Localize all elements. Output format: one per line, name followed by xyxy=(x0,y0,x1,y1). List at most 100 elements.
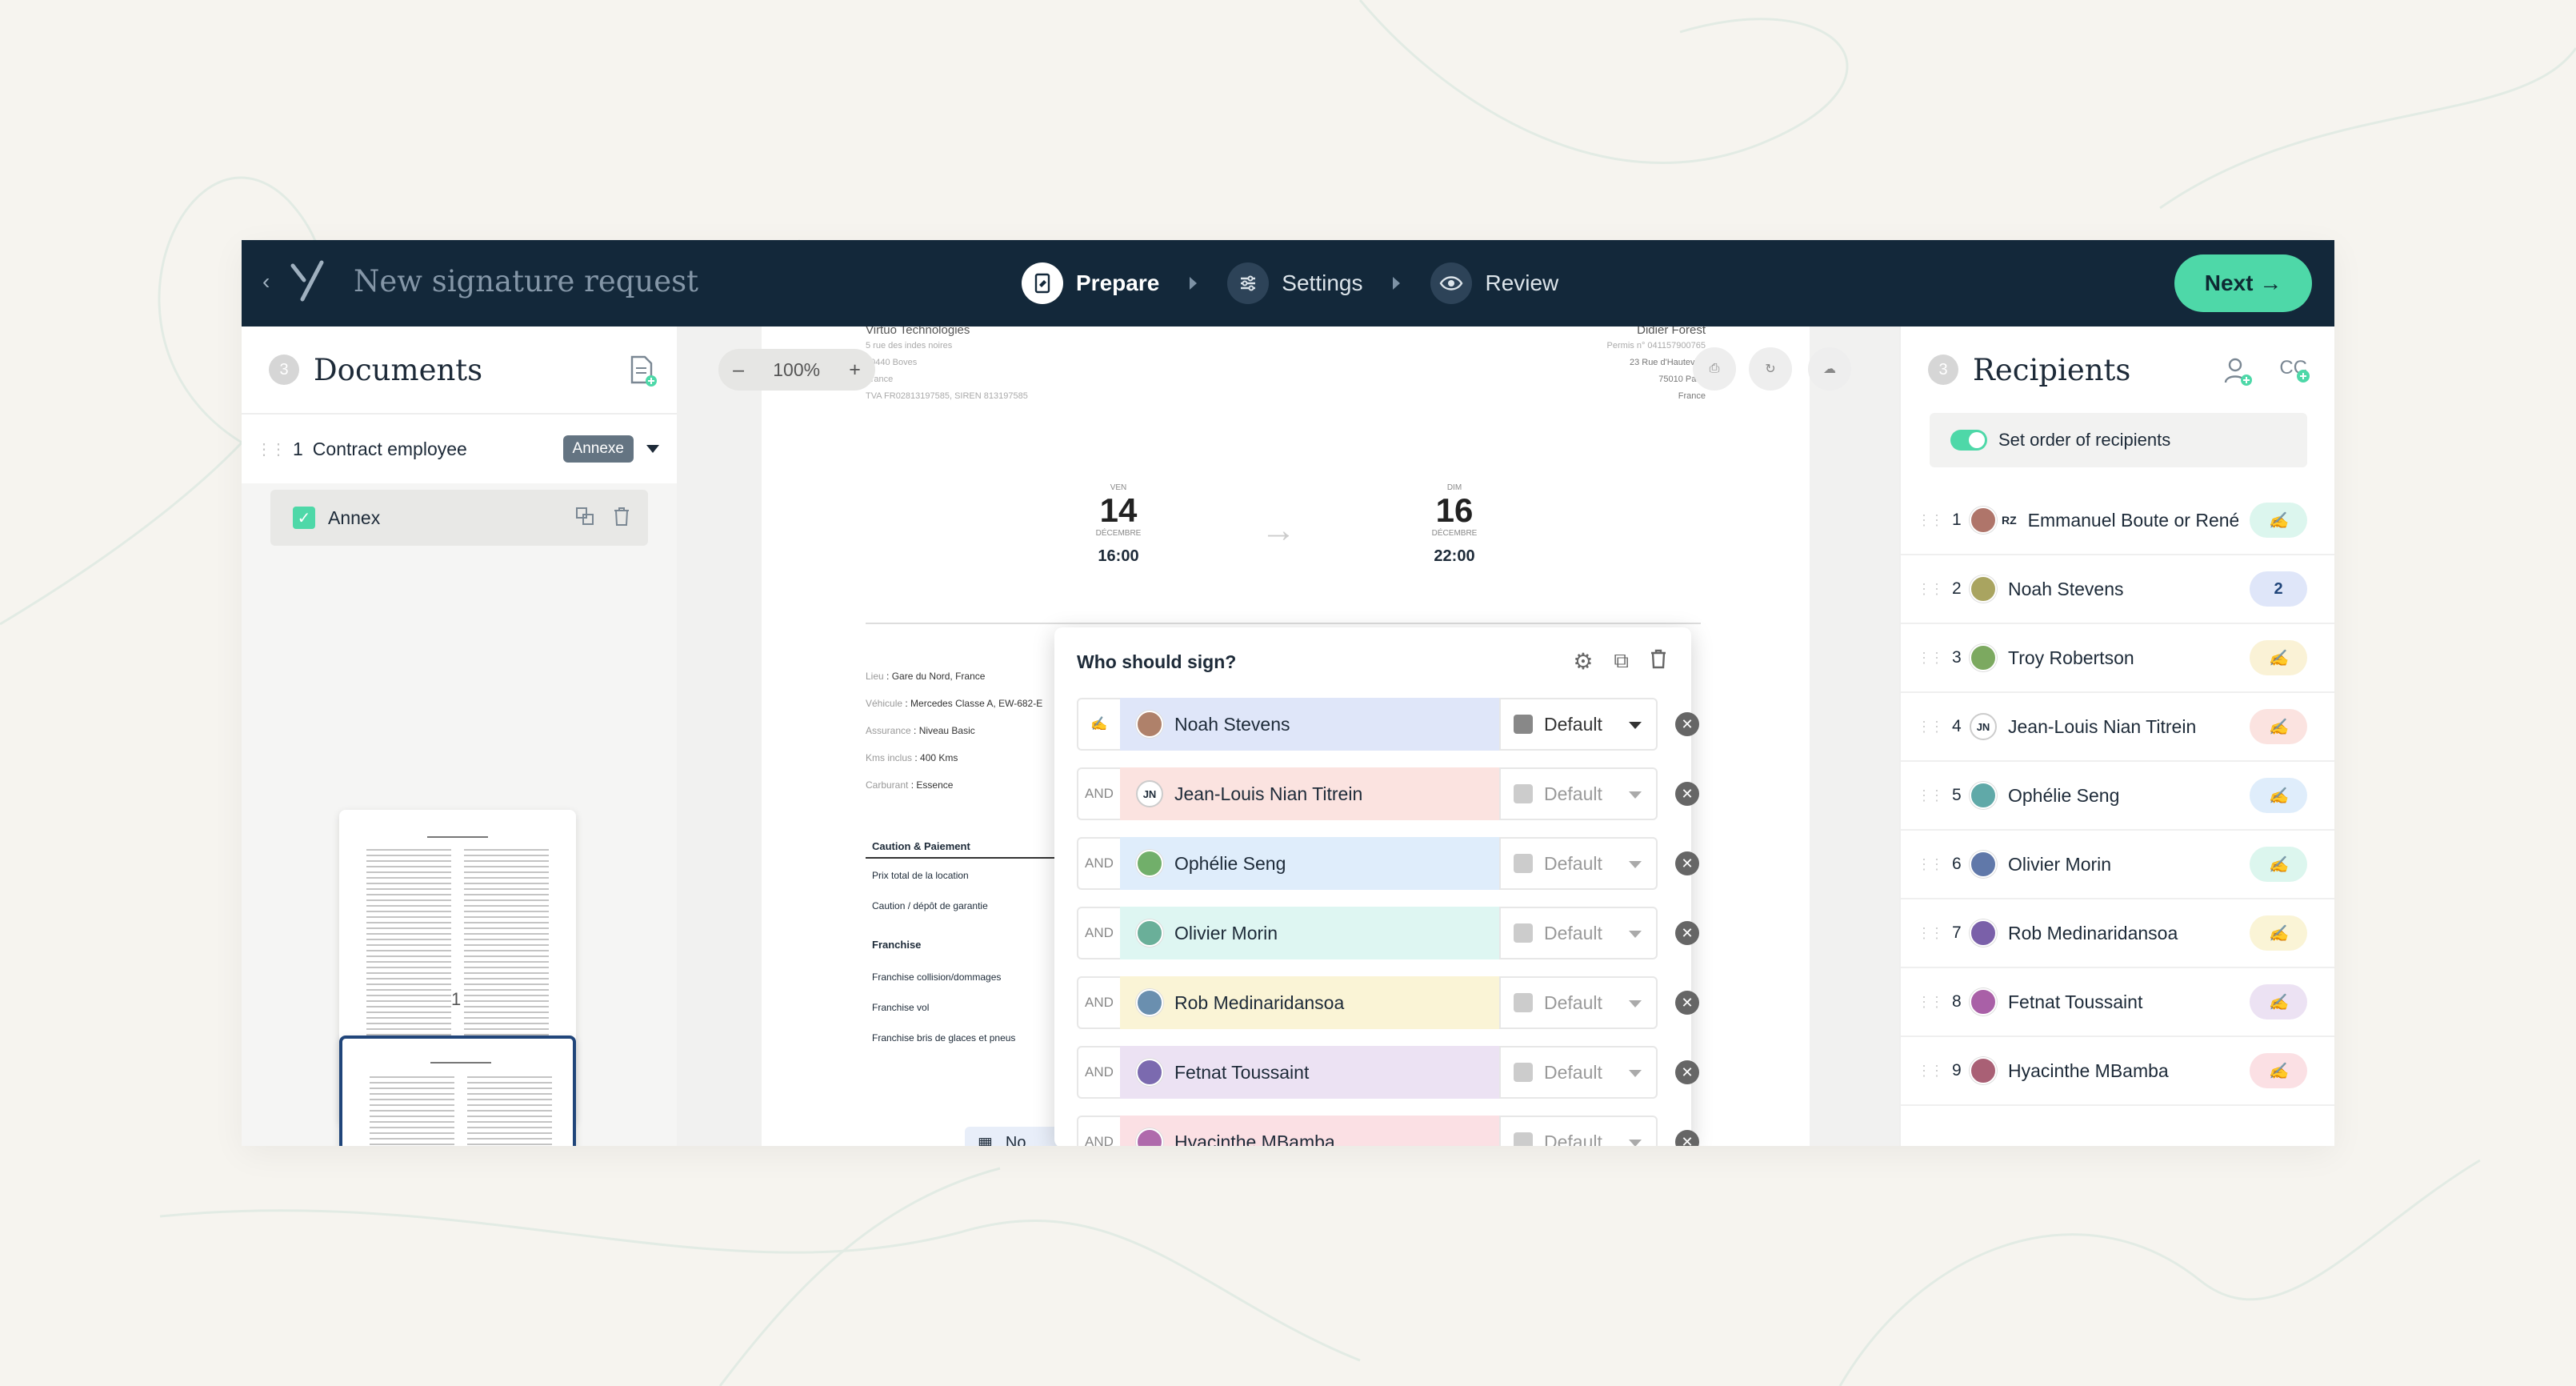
signer-row: AND Rob Medinaridansoa Default ✕ xyxy=(1077,976,1699,1029)
recipient-role-pill[interactable]: ✍ xyxy=(2250,915,2307,951)
signer-field[interactable]: Rob Medinaridansoa xyxy=(1120,976,1499,1029)
zoom-in-button[interactable]: + xyxy=(849,359,861,382)
recipient-role-pill[interactable]: ✍ xyxy=(2250,1053,2307,1088)
recipient-row[interactable]: ⋮⋮ 7 Rob Medinaridansoa ✍ xyxy=(1901,899,2334,968)
remove-signer-icon[interactable]: ✕ xyxy=(1675,921,1699,945)
signer-role-select[interactable]: Default xyxy=(1499,976,1658,1029)
signer-role-select[interactable]: Default xyxy=(1499,837,1658,890)
signer-role-select[interactable]: Default xyxy=(1499,907,1658,959)
signer-field[interactable]: Noah Stevens xyxy=(1120,698,1499,751)
drag-handle-icon[interactable]: ⋮⋮ xyxy=(256,439,286,459)
remove-signer-icon[interactable]: ✕ xyxy=(1675,712,1699,736)
recipient-row[interactable]: ⋮⋮ 4 JN Jean-Louis Nian Titrein ✍ xyxy=(1901,693,2334,762)
signature-icon: ✍ xyxy=(2268,649,2289,667)
remove-signer-icon[interactable]: ✕ xyxy=(1675,782,1699,806)
recipient-name: Rob Medinaridansoa xyxy=(2008,922,2178,943)
annex-label: Annex xyxy=(328,507,381,528)
duplicate-icon[interactable]: ⧉ xyxy=(1614,648,1629,675)
remove-signer-icon[interactable]: ✕ xyxy=(1675,1130,1699,1146)
company-address: 5 rue des indes noires 10440 Boves Franc… xyxy=(866,341,1028,401)
document-row[interactable]: ⋮⋮ 1 Contract employee Annexe xyxy=(242,413,677,483)
remove-signer-icon[interactable]: ✕ xyxy=(1675,1060,1699,1084)
recipient-number: 9 xyxy=(1952,1061,1962,1080)
chevron-down-icon[interactable] xyxy=(646,445,659,453)
recipient-role-pill[interactable]: 2 xyxy=(2250,571,2307,607)
chevron-down-icon xyxy=(1629,722,1642,729)
recipient-row[interactable]: ⋮⋮ 6 Olivier Morin ✍ xyxy=(1901,831,2334,899)
avatar: JN xyxy=(1970,713,1997,740)
drag-handle-icon[interactable]: ⋮⋮ xyxy=(1917,856,1944,873)
remove-signer-icon[interactable]: ✕ xyxy=(1675,851,1699,875)
signer-field[interactable]: Olivier Morin xyxy=(1120,907,1499,959)
add-recipient-icon[interactable] xyxy=(2222,355,2254,391)
drag-handle-icon[interactable]: ⋮⋮ xyxy=(1917,994,1944,1011)
chevron-down-icon xyxy=(1629,791,1642,799)
order-toggle-row[interactable]: Set order of recipients xyxy=(1930,413,2307,467)
back-chevron-icon[interactable]: ‹ xyxy=(262,269,270,294)
app-window: ‹ New signature request Prepare Settings xyxy=(242,240,2334,1146)
trash-icon[interactable] xyxy=(1650,648,1667,675)
zoom-out-button[interactable]: – xyxy=(733,359,744,382)
remove-signer-icon[interactable]: ✕ xyxy=(1675,991,1699,1015)
recipient-role-pill[interactable]: ✍ xyxy=(2250,503,2307,538)
signer-field[interactable]: Ophélie Seng xyxy=(1120,837,1499,890)
signer-role: Default xyxy=(1544,991,1602,1013)
step-prepare[interactable]: Prepare xyxy=(1022,262,1159,304)
document-number: 1 xyxy=(293,438,303,459)
replace-icon[interactable] xyxy=(574,506,595,531)
recipient-role-pill[interactable]: ✍ xyxy=(2250,984,2307,1019)
signer-field[interactable]: Hyacinthe MBamba xyxy=(1120,1116,1499,1146)
recipient-row[interactable]: ⋮⋮ 5 Ophélie Seng ✍ xyxy=(1901,762,2334,831)
role-color-swatch xyxy=(1514,784,1533,803)
drag-handle-icon[interactable]: ⋮⋮ xyxy=(1917,925,1944,942)
rental-details: Lieu : Gare du Nord, France Véhicule : M… xyxy=(866,671,1043,791)
signer-role-select[interactable]: Default xyxy=(1499,698,1658,751)
recipient-number: 2 xyxy=(1952,579,1962,598)
signer-name: Rob Medinaridansoa xyxy=(1174,991,1345,1013)
recipient-role-pill[interactable]: ✍ xyxy=(2250,709,2307,744)
trash-icon[interactable] xyxy=(613,506,630,531)
recipient-name: Noah Stevens xyxy=(2008,578,2124,599)
step-settings[interactable]: Settings xyxy=(1227,262,1362,304)
recipient-row[interactable]: ⋮⋮ 1 RZ Emmanuel Boute or René ✍ xyxy=(1901,487,2334,555)
calendar-icon: ▦ xyxy=(978,1134,993,1147)
step-separator-icon xyxy=(1393,277,1401,290)
gear-icon[interactable]: ⚙ xyxy=(1573,648,1593,675)
cloud-download-icon[interactable]: ☁ xyxy=(1808,347,1851,391)
recipient-role-pill[interactable]: ✍ xyxy=(2250,778,2307,813)
add-cc-button[interactable]: CC xyxy=(2279,357,2310,383)
add-document-icon[interactable] xyxy=(629,355,658,391)
print-icon[interactable]: ⎙ xyxy=(1693,347,1736,391)
recipient-row[interactable]: ⋮⋮ 9 Hyacinthe MBamba ✍ xyxy=(1901,1037,2334,1106)
drag-handle-icon[interactable]: ⋮⋮ xyxy=(1917,1063,1944,1080)
annex-row[interactable]: ✓ Annex xyxy=(270,490,648,546)
drag-handle-icon[interactable]: ⋮⋮ xyxy=(1917,581,1944,598)
avatar-initials: RZ xyxy=(2002,514,2017,527)
recipient-row[interactable]: ⋮⋮ 2 Noah Stevens 2 xyxy=(1901,555,2334,624)
signer-role-select[interactable]: Default xyxy=(1499,1116,1658,1146)
avatar xyxy=(1970,1057,1997,1084)
yousign-logo[interactable] xyxy=(288,258,328,306)
drag-handle-icon[interactable]: ⋮⋮ xyxy=(1917,787,1944,804)
recipient-role-pill[interactable]: ✍ xyxy=(2250,640,2307,675)
rotate-icon[interactable]: ↻ xyxy=(1749,347,1792,391)
page-thumbnail-selected[interactable] xyxy=(339,1035,576,1146)
next-button[interactable]: Next → xyxy=(2174,254,2312,312)
signer-role-select[interactable]: Default xyxy=(1499,1046,1658,1099)
annex-checkbox[interactable]: ✓ xyxy=(293,507,315,529)
recipient-row[interactable]: ⋮⋮ 8 Fetnat Toussaint ✍ xyxy=(1901,968,2334,1037)
signature-icon: ✍ xyxy=(2268,855,2289,874)
order-toggle[interactable] xyxy=(1950,430,1987,451)
signer-role: Default xyxy=(1544,1061,1602,1083)
chevron-down-icon xyxy=(1629,861,1642,868)
recipient-row[interactable]: ⋮⋮ 3 Troy Robertson ✍ xyxy=(1901,624,2334,693)
drag-handle-icon[interactable]: ⋮⋮ xyxy=(1917,512,1944,529)
signer-role-select[interactable]: Default xyxy=(1499,767,1658,820)
signer-field[interactable]: JN Jean-Louis Nian Titrein xyxy=(1120,767,1499,820)
signer-name: Hyacinthe MBamba xyxy=(1174,1131,1335,1147)
signer-field[interactable]: Fetnat Toussaint xyxy=(1120,1046,1499,1099)
recipient-role-pill[interactable]: ✍ xyxy=(2250,847,2307,882)
step-review[interactable]: Review xyxy=(1430,262,1558,304)
drag-handle-icon[interactable]: ⋮⋮ xyxy=(1917,650,1944,667)
drag-handle-icon[interactable]: ⋮⋮ xyxy=(1917,719,1944,735)
